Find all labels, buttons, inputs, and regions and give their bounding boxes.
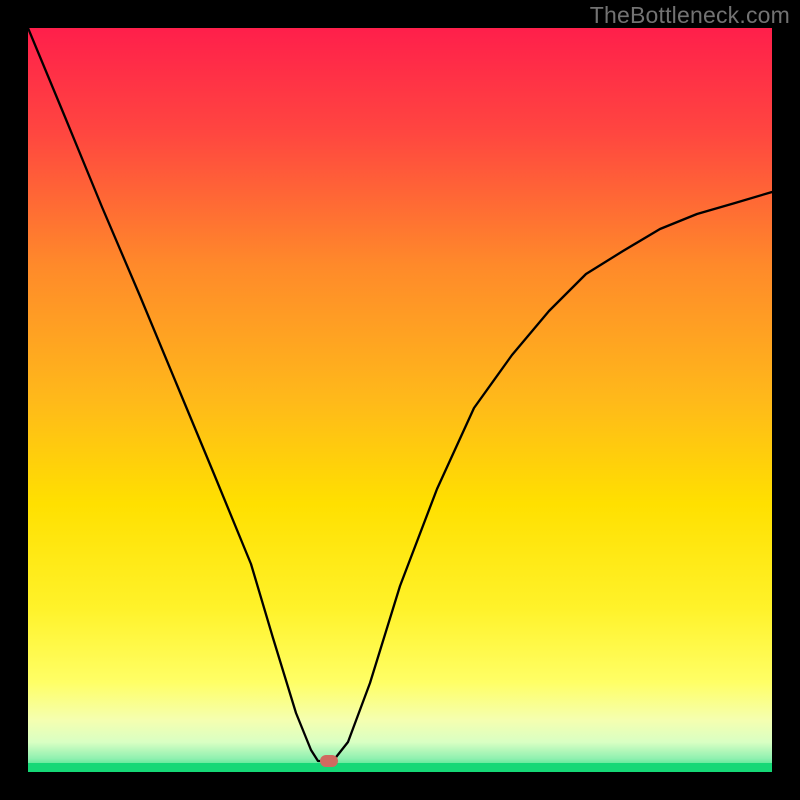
watermark-text: TheBottleneck.com: [590, 2, 790, 29]
plot-area: [28, 28, 772, 772]
chart-frame: TheBottleneck.com: [0, 0, 800, 800]
minimum-point-marker: [320, 755, 338, 767]
chart-svg: [28, 28, 772, 772]
gradient-background: [28, 28, 772, 772]
bottom-green-band: [28, 763, 772, 772]
